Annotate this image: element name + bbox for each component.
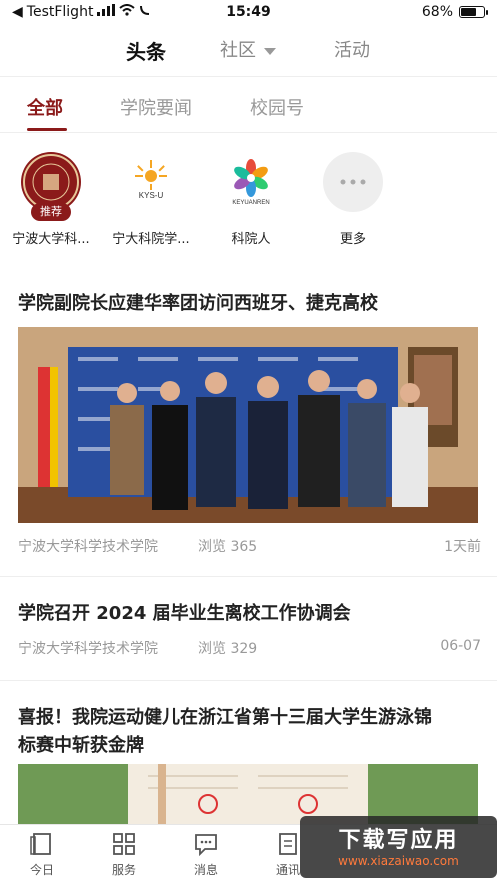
chat-bubble-icon bbox=[195, 834, 217, 857]
keyuanren-logo-text: KEYUANREN bbox=[232, 200, 269, 206]
subtab-all[interactable]: 全部 bbox=[27, 94, 63, 120]
grid-icon bbox=[113, 833, 135, 855]
status-right: 68% bbox=[421, 4, 488, 20]
article-title[interactable]: 喜报！我院运动健儿在浙江省第十三届大学生游泳锦 标赛中斩获金牌 bbox=[18, 704, 432, 760]
article-source: 宁波大学科学技术学院 bbox=[18, 539, 158, 555]
battery-icon bbox=[459, 6, 488, 18]
channel-item[interactable]: 推荐 宁波大学科... bbox=[0, 152, 106, 247]
divider bbox=[0, 576, 497, 577]
watermark-url: www.xiazaiwao.com bbox=[338, 854, 459, 868]
status-bar: ◀ TestFlight 15:49 68% bbox=[0, 0, 497, 26]
keyuanren-flower-logo: KEYUANREN bbox=[221, 152, 281, 212]
nav-services[interactable]: 服务 bbox=[94, 831, 154, 878]
channel-label: 更多 bbox=[339, 232, 366, 247]
more-icon bbox=[323, 152, 383, 212]
channel-label: 宁大科院学... bbox=[112, 232, 190, 247]
channel-label: 科院人 bbox=[231, 232, 271, 247]
divider bbox=[0, 76, 497, 77]
contacts-icon bbox=[279, 833, 297, 855]
watermark-title: 下载写应用 bbox=[338, 828, 459, 853]
nav-label: 服务 bbox=[111, 863, 136, 877]
article-title-line: 喜报！我院运动健儿在浙江省第十三届大学生游泳锦 bbox=[18, 707, 432, 728]
tab-community[interactable]: 社区 bbox=[220, 36, 276, 62]
article-views: 浏览 329 bbox=[198, 641, 258, 657]
divider bbox=[0, 680, 497, 681]
tab-headlines[interactable]: 头条 bbox=[126, 36, 166, 65]
recommend-badge: 推荐 bbox=[31, 203, 71, 221]
nav-label: 通讯 bbox=[275, 863, 300, 877]
article-views: 浏览 365 bbox=[198, 539, 258, 555]
university-seal-logo: 推荐 bbox=[21, 152, 81, 221]
channel-row: 推荐 宁波大学科... KYS-U 宁大科院学... KEYUANREN 科院人… bbox=[0, 152, 497, 252]
channel-item[interactable]: 更多 bbox=[298, 152, 408, 247]
kys-u-sun-logo: KYS-U bbox=[121, 152, 181, 212]
nav-messages[interactable]: 消息 bbox=[176, 831, 236, 878]
sub-tabs: 全部 学院要闻 校园号 bbox=[0, 88, 497, 132]
top-tabs: 头条 社区 活动 bbox=[0, 32, 497, 72]
article-title[interactable]: 学院召开 2024 届毕业生离校工作协调会 bbox=[18, 600, 351, 628]
article-time: 1天前 bbox=[444, 539, 481, 555]
article-photo[interactable] bbox=[18, 764, 478, 824]
article-photo[interactable] bbox=[18, 327, 478, 523]
nav-label: 消息 bbox=[193, 863, 218, 877]
channel-item[interactable]: KYS-U 宁大科院学... bbox=[96, 152, 206, 247]
article-meta: 宁波大学科学技术学院 浏览 365 1天前 bbox=[18, 536, 481, 556]
nav-today[interactable]: 今日 bbox=[12, 831, 72, 878]
article-source: 宁波大学科学技术学院 bbox=[18, 641, 158, 657]
subtab-campus-accounts[interactable]: 校园号 bbox=[250, 94, 304, 120]
active-tab-indicator bbox=[27, 128, 67, 131]
chevron-down-icon bbox=[264, 47, 276, 55]
article-time: 06-07 bbox=[440, 638, 481, 654]
battery-percent: 68% bbox=[421, 4, 453, 20]
watermark-overlay: 下载写应用 www.xiazaiwao.com bbox=[300, 816, 497, 878]
subtab-college-news[interactable]: 学院要闻 bbox=[120, 94, 192, 120]
divider bbox=[0, 132, 497, 133]
nav-label: 今日 bbox=[29, 863, 54, 877]
channel-item[interactable]: KEYUANREN 科院人 bbox=[196, 152, 306, 247]
article-meta: 宁波大学科学技术学院 浏览 329 06-07 bbox=[18, 638, 481, 658]
article-title[interactable]: 学院副院长应建华率团访问西班牙、捷克高校 bbox=[18, 290, 378, 318]
tab-community-label: 社区 bbox=[220, 40, 256, 61]
article-title-line: 标赛中斩获金牌 bbox=[18, 735, 144, 756]
document-icon bbox=[30, 833, 51, 855]
tab-activities[interactable]: 活动 bbox=[334, 36, 370, 62]
kys-u-logo-text: KYS-U bbox=[139, 191, 164, 200]
channel-label: 宁波大学科... bbox=[12, 232, 90, 247]
